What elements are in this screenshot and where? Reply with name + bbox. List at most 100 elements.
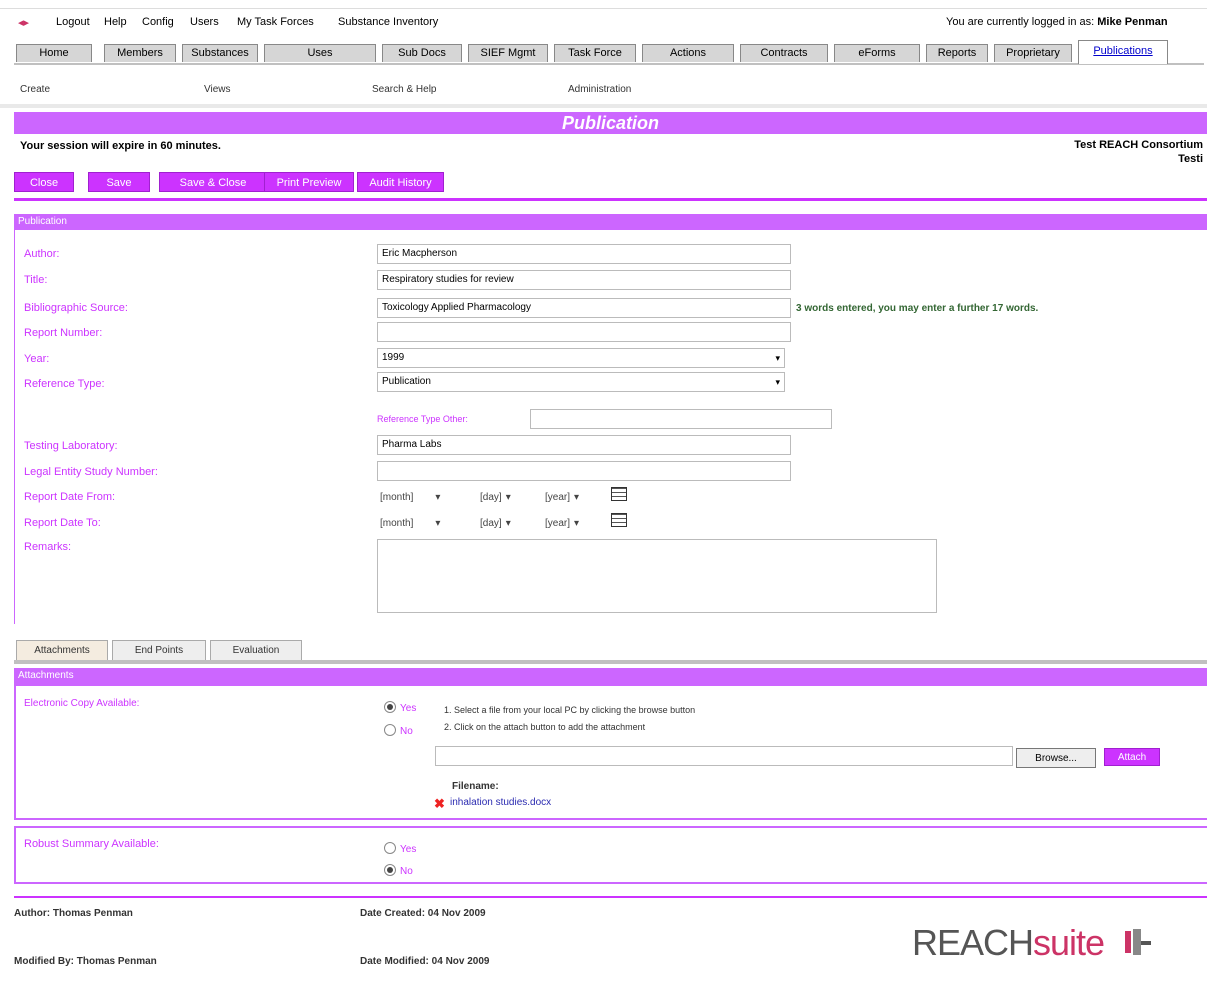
tab-sief-mgmt[interactable]: SIEF Mgmt bbox=[468, 44, 548, 62]
logout-link[interactable]: Logout bbox=[56, 16, 90, 28]
robust-yes-label: Yes bbox=[400, 844, 417, 855]
robust-no-radio[interactable] bbox=[384, 864, 396, 876]
subnav-search-help[interactable]: Search & Help bbox=[372, 84, 436, 95]
chevron-down-icon: ▾ bbox=[505, 492, 511, 503]
from-month-select[interactable]: [month] ▾ bbox=[380, 489, 440, 507]
tab-contracts[interactable]: Contracts bbox=[740, 44, 828, 62]
subnav-divider bbox=[0, 104, 1207, 108]
from-year-ph: [year] bbox=[545, 492, 571, 503]
footer-created: Date Created: 04 Nov 2009 bbox=[360, 908, 486, 919]
reftype-other-label: Reference Type Other: bbox=[377, 414, 468, 424]
to-day-select[interactable]: [day] ▾ bbox=[480, 515, 511, 533]
chevron-down-icon: ▾ bbox=[775, 377, 780, 387]
author-field[interactable]: Eric Macpherson bbox=[377, 244, 791, 264]
footer-modified-by: Modified By: Thomas Penman bbox=[14, 956, 157, 967]
reftype-other-field[interactable] bbox=[530, 409, 832, 429]
ecopy-no-radio[interactable] bbox=[384, 724, 396, 736]
save-close-button[interactable]: Save & Close bbox=[159, 172, 267, 192]
step1-text: 1. Select a file from your local PC by c… bbox=[444, 705, 696, 715]
to-year-ph: [year] bbox=[545, 518, 571, 529]
consortium-name: Test REACH Consortium bbox=[1074, 139, 1203, 151]
year-value: 1999 bbox=[382, 352, 405, 363]
tab-sub-docs[interactable]: Sub Docs bbox=[382, 44, 462, 62]
subtab-end-points[interactable]: End Points bbox=[112, 640, 206, 660]
subnav-create[interactable]: Create bbox=[20, 84, 50, 95]
tab-eforms[interactable]: eForms bbox=[834, 44, 920, 62]
subnav-administration[interactable]: Administration bbox=[568, 84, 631, 95]
source-field[interactable]: Toxicology Applied Pharmacology bbox=[377, 298, 791, 318]
tab-actions[interactable]: Actions bbox=[642, 44, 734, 62]
delete-icon[interactable]: ✖ bbox=[434, 796, 445, 812]
attachments-header: Attachments bbox=[14, 668, 1207, 684]
attachment-link[interactable]: inhalation studies.docx bbox=[450, 797, 551, 808]
year-select[interactable]: 1999 ▾ bbox=[377, 348, 785, 368]
sub-nav: Create Views Search & Help Administratio… bbox=[14, 80, 1207, 98]
date-to-label: Report Date To: bbox=[24, 517, 101, 529]
top-nav: ◂▸ Logout Help Config Users My Task Forc… bbox=[0, 14, 1207, 30]
subtab-bar: Attachments End Points Evaluation bbox=[14, 638, 1207, 660]
robust-summary-panel bbox=[14, 826, 1207, 884]
help-link[interactable]: Help bbox=[104, 16, 127, 28]
lab-field[interactable]: Pharma Labs bbox=[377, 435, 791, 455]
remarks-textarea[interactable] bbox=[377, 539, 937, 613]
ecopy-label: Electronic Copy Available: bbox=[24, 698, 140, 709]
my-task-forces-link[interactable]: My Task Forces bbox=[237, 16, 314, 28]
tab-members[interactable]: Members bbox=[104, 44, 176, 62]
chevron-down-icon: ▾ bbox=[574, 518, 580, 529]
report-number-label: Report Number: bbox=[24, 327, 103, 339]
attach-button[interactable]: Attach bbox=[1104, 748, 1160, 766]
date-from-label: Report Date From: bbox=[24, 491, 116, 503]
legal-field[interactable] bbox=[377, 461, 791, 481]
from-day-select[interactable]: [day] ▾ bbox=[480, 489, 511, 507]
tab-task-force[interactable]: Task Force bbox=[554, 44, 636, 62]
browse-button[interactable]: Browse... bbox=[1016, 748, 1096, 768]
logo-reach: REACH bbox=[912, 922, 1034, 963]
legal-label: Legal Entity Study Number: bbox=[24, 466, 158, 478]
calendar-icon[interactable] bbox=[611, 513, 627, 527]
footer-author: Author: Thomas Penman bbox=[14, 908, 133, 919]
robust-no-label: No bbox=[400, 866, 413, 877]
logo-flask-icon bbox=[1117, 924, 1152, 955]
tab-substances[interactable]: Substances bbox=[182, 44, 258, 62]
author-label: Author: bbox=[24, 248, 60, 260]
tab-publications[interactable]: Publications bbox=[1078, 40, 1168, 64]
chevron-down-icon: ▾ bbox=[574, 492, 580, 503]
title-field[interactable]: Respiratory studies for review bbox=[377, 270, 791, 290]
to-year-select[interactable]: [year] ▾ bbox=[545, 515, 579, 533]
reftype-select[interactable]: Publication ▾ bbox=[377, 372, 785, 392]
reachsuite-logo: REACHsuite bbox=[912, 922, 1152, 964]
step2-text: 2. Click on the attach button to add the… bbox=[444, 722, 646, 732]
report-number-field[interactable] bbox=[377, 322, 791, 342]
logo-small-icon: ◂▸ bbox=[18, 17, 30, 29]
year-label: Year: bbox=[24, 353, 50, 365]
user-name: Mike Penman bbox=[1097, 16, 1168, 28]
save-button[interactable]: Save bbox=[88, 172, 150, 192]
audit-history-button[interactable]: Audit History bbox=[357, 172, 444, 192]
top-divider bbox=[0, 8, 1207, 9]
ecopy-no-label: No bbox=[400, 726, 413, 737]
subtab-evaluation[interactable]: Evaluation bbox=[210, 640, 302, 660]
calendar-icon[interactable] bbox=[611, 487, 627, 501]
tab-home[interactable]: Home bbox=[16, 44, 92, 62]
session-message: Your session will expire in 60 minutes. bbox=[20, 140, 221, 152]
chevron-down-icon: ▾ bbox=[505, 518, 511, 529]
to-day-ph: [day] bbox=[480, 518, 502, 529]
ecopy-yes-radio[interactable] bbox=[384, 701, 396, 713]
robust-yes-radio[interactable] bbox=[384, 842, 396, 854]
tab-proprietary[interactable]: Proprietary bbox=[994, 44, 1072, 62]
close-button[interactable]: Close bbox=[14, 172, 74, 192]
config-link[interactable]: Config bbox=[142, 16, 174, 28]
footer-divider bbox=[14, 896, 1207, 898]
subtab-attachments[interactable]: Attachments bbox=[16, 640, 108, 660]
file-path-input[interactable] bbox=[435, 746, 1013, 766]
substance-inventory-link[interactable]: Substance Inventory bbox=[338, 16, 438, 28]
print-preview-button[interactable]: Print Preview bbox=[264, 172, 354, 192]
tab-uses[interactable]: Uses bbox=[264, 44, 376, 62]
users-link[interactable]: Users bbox=[190, 16, 219, 28]
from-year-select[interactable]: [year] ▾ bbox=[545, 489, 579, 507]
from-day-ph: [day] bbox=[480, 492, 502, 503]
logged-in-text: You are currently logged in as: Mike Pen… bbox=[946, 16, 1168, 28]
to-month-select[interactable]: [month] ▾ bbox=[380, 515, 440, 533]
tab-reports[interactable]: Reports bbox=[926, 44, 988, 62]
subnav-views[interactable]: Views bbox=[204, 84, 231, 95]
